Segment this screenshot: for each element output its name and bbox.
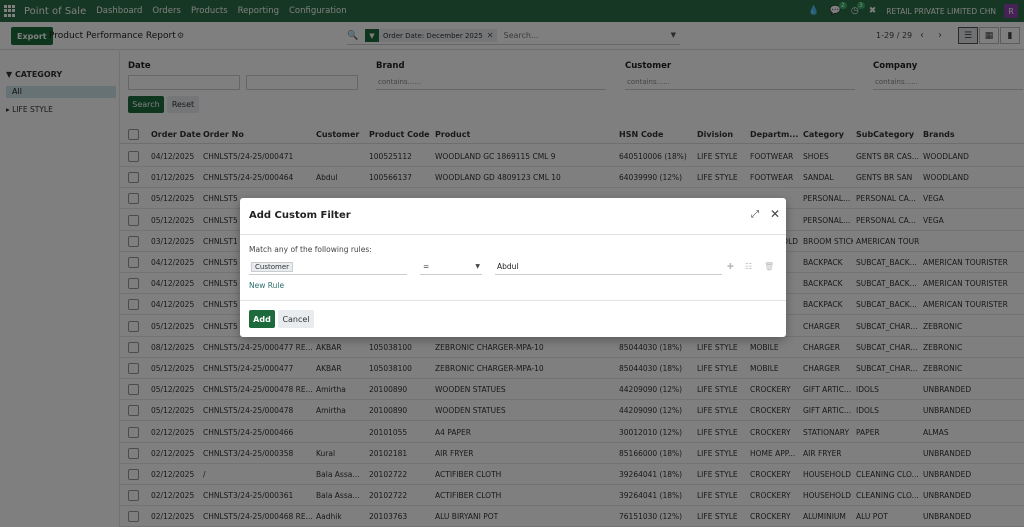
rule-field-tag: Customer — [251, 262, 294, 272]
close-icon[interactable]: ✕ — [770, 207, 780, 221]
divider — [240, 234, 786, 235]
rule-operator-select[interactable]: = ▼ — [420, 261, 482, 275]
rule-value-input[interactable]: Abdul — [495, 261, 722, 275]
cancel-button[interactable]: Cancel — [278, 310, 314, 328]
divider — [240, 300, 786, 301]
expand-icon[interactable]: ⤢ — [751, 209, 759, 220]
rules-label: Match any of the following rules: — [249, 245, 372, 254]
branch-icon[interactable]: ☷ — [745, 262, 752, 271]
custom-filter-dialog: Add Custom Filter ⤢ ✕ Match any of the f… — [240, 198, 786, 337]
chevron-down-icon: ▼ — [475, 263, 480, 270]
trash-icon[interactable]: 🗑 — [764, 262, 774, 271]
dialog-title: Add Custom Filter — [249, 210, 351, 221]
rule-field-selector[interactable]: Customer — [249, 261, 407, 275]
add-button[interactable]: Add — [249, 310, 275, 328]
new-rule-link[interactable]: New Rule — [249, 281, 284, 290]
rule-operator-value: = — [423, 262, 430, 271]
add-rule-icon[interactable]: ✚ — [727, 262, 734, 271]
